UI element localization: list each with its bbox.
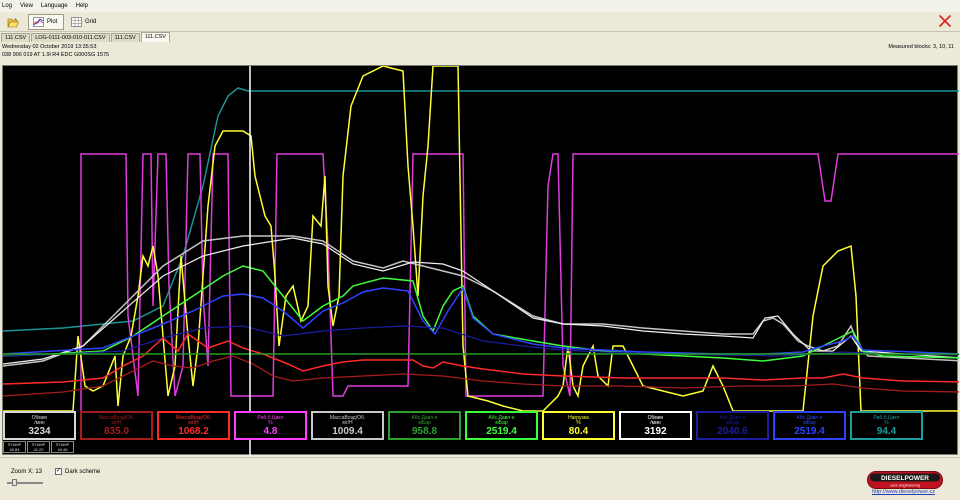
readout-value: 1009.4 xyxy=(332,426,363,437)
trace-teal xyxy=(3,87,959,332)
trace-red xyxy=(3,332,959,385)
readout-value: 94.4 xyxy=(876,426,897,437)
stamp-value: 40.84 xyxy=(9,447,20,452)
readout-value: 3192 xyxy=(644,426,667,437)
tab-file-2[interactable]: LOG-0111-003-010-011.CSV xyxy=(31,33,110,42)
menu-log[interactable]: Log xyxy=(2,3,12,9)
tab-file-4[interactable]: 111.CSV xyxy=(140,32,170,42)
dieselpower-logo: DIESELPOWER race engineering xyxy=(867,471,943,489)
stamp-value: 41.22 xyxy=(33,447,44,452)
readout-value: 2519.4 xyxy=(794,426,825,437)
plot-area[interactable] xyxy=(2,65,959,456)
readout-channel[interactable]: Абс.Давл-е мБар 2040.6 xyxy=(696,411,769,440)
readout-value: 835.0 xyxy=(103,426,130,437)
readout-value: 2040.6 xyxy=(717,426,748,437)
stamp-value: 40.48 xyxy=(57,447,68,452)
folder-open-icon xyxy=(7,17,19,27)
grid-view-label: Grid xyxy=(85,19,97,25)
readout-channel[interactable]: Абс.Давл-е мБар 958.8 xyxy=(388,411,461,440)
readout-value: 3234 xyxy=(28,426,51,437)
readout-channel[interactable]: Раб.б.Цикл% 4.8 xyxy=(234,411,307,440)
log-info: Wednesday 02 October 2019 13:35:53 038 9… xyxy=(2,43,109,59)
trace-dark-red xyxy=(3,355,959,397)
grid-icon xyxy=(71,17,82,27)
plot-view-button[interactable]: Plot xyxy=(28,14,64,30)
toolbar: Plot Grid xyxy=(0,12,960,32)
readout-value: 958.8 xyxy=(411,426,438,437)
plot-svg xyxy=(3,66,959,456)
close-icon[interactable] xyxy=(938,14,952,28)
readout-channel[interactable]: Абс.Давл-е мБар 2519.4 xyxy=(465,411,538,440)
dark-scheme-label: Dark scheme xyxy=(65,469,101,475)
zoom-slider[interactable] xyxy=(7,479,43,486)
stamp-box[interactable]: STAMP 40.84 xyxy=(3,441,26,453)
readout-channel[interactable]: Обмин/мин 3234 xyxy=(3,411,76,440)
readout-value: 80.4 xyxy=(568,426,589,437)
app-window: Log View Language Help Plot Grid 111.CSV… xyxy=(0,0,960,500)
menu-language[interactable]: Language xyxy=(41,3,68,9)
stamp-box[interactable]: STAMP 41.22 xyxy=(27,441,50,453)
trace-blue xyxy=(3,286,959,355)
stamp-readouts: STAMP 40.84 STAMP 41.22 STAMP 40.48 xyxy=(3,441,75,453)
readout-value: 2519.4 xyxy=(486,426,517,437)
zoom-label: Zoom X: 13 xyxy=(11,469,43,475)
readout-channel[interactable]: Раб.б.Цикл% 94.4 xyxy=(850,411,923,440)
tab-file-1[interactable]: 111.CSV xyxy=(1,33,31,42)
log-date: Wednesday 02 October 2019 13:35:53 xyxy=(2,44,97,50)
readout-channel[interactable]: Обмин/мин 3192 xyxy=(619,411,692,440)
menu-view[interactable]: View xyxy=(20,3,33,9)
zoom-slider-thumb[interactable] xyxy=(12,479,17,486)
readout-channel[interactable]: МассаВозд/Об. мг/Н 1068.2 xyxy=(157,411,230,440)
open-folder-button[interactable] xyxy=(3,14,23,30)
logo-tagline: race engineering xyxy=(890,483,921,488)
readout-channel[interactable]: Нагрузка% 80.4 xyxy=(542,411,615,440)
menu-help[interactable]: Help xyxy=(76,3,88,9)
readout-channel[interactable]: Абс.Давл-е мБар 2519.4 xyxy=(773,411,846,440)
readout-value: 4.8 xyxy=(263,426,278,437)
dark-scheme-checkbox[interactable]: ✓ xyxy=(55,468,62,475)
trace-yellow xyxy=(3,66,959,412)
measured-blocks: Measured blocks: 3, 10, 11 xyxy=(888,44,954,50)
stamp-box[interactable]: STAMP 40.48 xyxy=(51,441,74,453)
ecu-info: 038 906 019 AT 1.9l R4 EDC G000SG 1575 xyxy=(2,52,110,58)
readout-channel[interactable]: МассаВозд/Об. мг/Н 835.0 xyxy=(80,411,153,440)
file-tabs: 111.CSV LOG-0111-003-010-011.CSV 111.CSV… xyxy=(0,32,960,42)
website-link[interactable]: http://www.dieselpower.cz xyxy=(872,489,935,495)
grid-view-button[interactable]: Grid xyxy=(67,14,101,30)
plot-view-label: Plot xyxy=(47,19,58,25)
menu-bar: Log View Language Help xyxy=(0,0,960,12)
status-bar: Zoom X: 13 ✓ Dark scheme DIESELPOWER rac… xyxy=(0,457,960,500)
readout-value: 1068.2 xyxy=(178,426,209,437)
readout-channel[interactable]: МассаВозд/Об. мг/Н 1009.4 xyxy=(311,411,384,440)
tab-file-3[interactable]: 111.CSV xyxy=(110,33,140,42)
channel-readouts: Обмин/мин 3234 МассаВозд/Об. мг/Н 835.0 Мас… xyxy=(3,411,953,441)
logo-brand: DIESELPOWER xyxy=(881,475,929,482)
plot-icon xyxy=(33,17,44,27)
